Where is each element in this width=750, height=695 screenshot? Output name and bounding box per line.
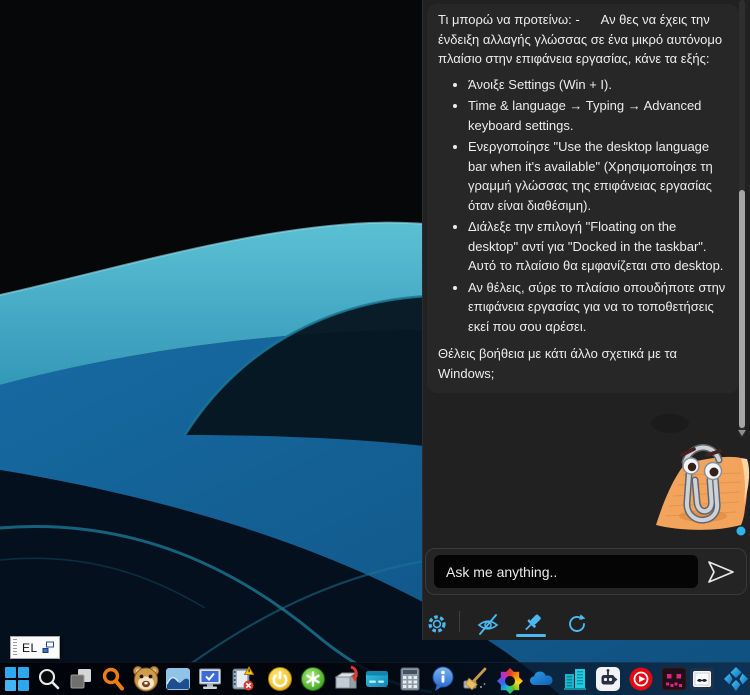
bot-app-icon[interactable] [594,665,622,693]
green-star-app-icon[interactable] [299,665,327,693]
windows-start-icon[interactable] [3,665,31,693]
kodi-icon[interactable] [722,665,750,693]
orange-search-icon[interactable] [99,665,127,693]
calculator-app-icon[interactable] [396,665,424,693]
message-bullet: Άνοιξε Settings (Win + I). [468,75,728,95]
message-intro: Τι μπορώ να προτείνω: - Αν θες να έχεις … [438,10,728,69]
language-bar-grip[interactable] [13,639,17,656]
scrollbar-thumb[interactable] [739,190,745,428]
assistant-toolbar [423,608,750,640]
power-app-icon[interactable] [266,665,294,693]
language-label[interactable]: EL [22,641,38,655]
info-app-icon[interactable] [429,665,457,693]
refresh-icon [564,611,590,637]
language-bar[interactable]: EL [10,636,60,659]
cleaner-broom-app-icon[interactable] [461,665,489,693]
chat-input-container [425,548,747,595]
mustache-photos-app-icon[interactable] [688,665,716,693]
message-bullet: Ενεργοποίησε "Use the desktop language b… [468,137,728,215]
youtube-music-icon[interactable] [627,665,655,693]
hamster-app-icon[interactable] [132,665,160,693]
refresh-button[interactable] [564,611,590,637]
buildings-app-icon[interactable] [561,665,589,693]
message-bullet: Αν θέλεις, σύρε το πλαίσιο οπουδήποτε στ… [468,278,728,337]
keyboard-layout-icon[interactable] [42,641,55,654]
notebook-alerts-app-icon[interactable] [228,665,256,693]
uninstaller-app-icon[interactable] [331,665,359,693]
toolbar-divider [459,611,460,632]
assistant-panel: Τι μπορώ να προτείνω: - Αν θες να έχεις … [422,0,750,640]
eye-off-icon [475,611,501,637]
search-icon[interactable] [35,665,63,693]
hide-button[interactable] [475,611,501,637]
paper-plane-icon [704,557,738,587]
clippy-mascot[interactable] [645,428,750,542]
waves-app-icon[interactable] [164,665,192,693]
taskbar [0,662,750,695]
pc-check-app-icon[interactable] [196,665,224,693]
pixel-face-app-icon[interactable] [660,665,688,693]
message-outro: Θέλεις βοήθεια με κάτι άλλο σχετικά με τ… [438,344,728,383]
settings-button[interactable] [424,611,450,637]
screen: EL Τι μπορώ να προτείνω: - Αν θες να έχε… [0,0,750,695]
message-bullet-list: Άνοιξε Settings (Win + I). Time & langua… [438,75,728,337]
onedrive-icon[interactable] [528,665,556,693]
rainbow-gear-app-icon[interactable] [496,665,524,693]
pin-button[interactable] [519,610,545,636]
message-bullet: Διάλεξε την επιλογή "Floating on the des… [468,217,728,276]
send-button[interactable] [704,557,738,587]
assistant-message-bubble: Τι μπορώ να προτείνω: - Αν θες να έχεις … [427,4,739,393]
pin-active-indicator [516,634,546,637]
chat-input[interactable] [434,555,698,588]
gear-icon [424,611,450,637]
message-bullet: Time & language → Typing → Advanced keyb… [468,96,728,135]
task-view-icon[interactable] [67,665,95,693]
teal-card-app-icon[interactable] [363,665,391,693]
notification-dot [737,527,746,536]
pushpin-icon [519,610,545,636]
